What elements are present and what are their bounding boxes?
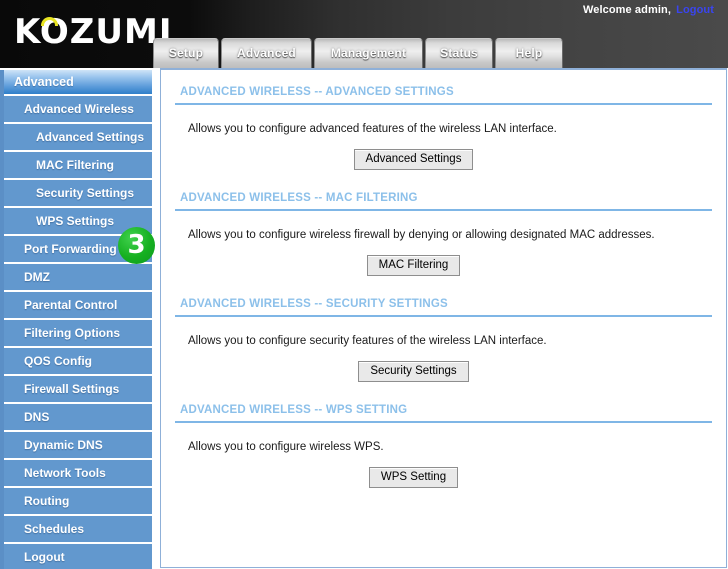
section-security-settings: ADVANCED WIRELESS -- SECURITY SETTINGS A… [161, 282, 726, 388]
section-wps-setting: ADVANCED WIRELESS -- WPS SETTING Allows … [161, 388, 726, 494]
main-content-panel: ADVANCED WIRELESS -- ADVANCED SETTINGS A… [160, 68, 727, 568]
main-tab-bar: Setup Advanced Management Status Help [153, 38, 565, 68]
tab-help[interactable]: Help [495, 38, 563, 68]
section-title: ADVANCED WIRELESS -- SECURITY SETTINGS [180, 298, 448, 310]
wps-setting-button[interactable]: WPS Setting [368, 467, 459, 488]
logout-link[interactable]: Logout [676, 4, 714, 16]
section-title: ADVANCED WIRELESS -- MAC FILTERING [180, 192, 418, 204]
sidebar-item-dynamic-dns[interactable]: Dynamic DNS [4, 432, 152, 460]
advanced-settings-button[interactable]: Advanced Settings [353, 149, 474, 170]
router-admin-page: Welcome admin, Logout KOZUMI Setup Advan… [0, 0, 728, 569]
brand-logo-text: KOZUMI [14, 12, 173, 52]
sidebar-item-network-tools[interactable]: Network Tools [4, 460, 152, 488]
welcome-bar: Welcome admin, Logout [583, 4, 714, 16]
page-header: Welcome admin, Logout KOZUMI Setup Advan… [0, 0, 728, 68]
sidebar-header-advanced[interactable]: Advanced [4, 70, 152, 96]
section-divider [175, 209, 712, 211]
sidebar-item-firewall-settings[interactable]: Firewall Settings [4, 376, 152, 404]
welcome-text: Welcome admin, [582, 4, 671, 16]
sidebar-item-logout[interactable]: Logout [4, 544, 152, 569]
sidebar-item-dmz[interactable]: DMZ [4, 264, 152, 292]
section-title: ADVANCED WIRELESS -- WPS SETTING [180, 404, 408, 416]
sidebar-item-filtering-options[interactable]: Filtering Options [4, 320, 152, 348]
section-description: Allows you to configure security feature… [188, 335, 547, 347]
tab-setup[interactable]: Setup [153, 38, 219, 68]
sidebar-item-schedules[interactable]: Schedules [4, 516, 152, 544]
sidebar: Advanced Advanced Wireless Advanced Sett… [0, 70, 152, 569]
section-button-row: Security Settings [175, 361, 712, 388]
section-button-row: MAC Filtering [175, 255, 712, 282]
sidebar-item-parental-control[interactable]: Parental Control [4, 292, 152, 320]
sidebar-item-qos-config[interactable]: QOS Config [4, 348, 152, 376]
section-description: Allows you to configure advanced feature… [188, 123, 557, 135]
section-button-row: WPS Setting [175, 467, 712, 494]
mac-filtering-button[interactable]: MAC Filtering [366, 255, 461, 276]
section-divider [175, 103, 712, 105]
tab-status[interactable]: Status [425, 38, 493, 68]
sidebar-item-security-settings[interactable]: Security Settings [4, 180, 152, 208]
section-advanced-settings: ADVANCED WIRELESS -- ADVANCED SETTINGS A… [161, 70, 726, 176]
sidebar-item-advanced-wireless[interactable]: Advanced Wireless [4, 96, 152, 124]
security-settings-button[interactable]: Security Settings [358, 361, 469, 382]
sidebar-item-advanced-settings[interactable]: Advanced Settings [4, 124, 152, 152]
section-mac-filtering: ADVANCED WIRELESS -- MAC FILTERING Allow… [161, 176, 726, 282]
sidebar-item-dns[interactable]: DNS [4, 404, 152, 432]
section-divider [175, 421, 712, 423]
step-badge-3: 3 [118, 227, 155, 264]
section-description: Allows you to configure wireless firewal… [188, 229, 655, 241]
section-button-row: Advanced Settings [175, 149, 712, 176]
section-title: ADVANCED WIRELESS -- ADVANCED SETTINGS [180, 86, 454, 98]
section-divider [175, 315, 712, 317]
tab-advanced[interactable]: Advanced [221, 38, 312, 68]
sidebar-item-routing[interactable]: Routing [4, 488, 152, 516]
tab-management[interactable]: Management [314, 38, 423, 68]
section-description: Allows you to configure wireless WPS. [188, 441, 384, 453]
sidebar-item-mac-filtering[interactable]: MAC Filtering [4, 152, 152, 180]
